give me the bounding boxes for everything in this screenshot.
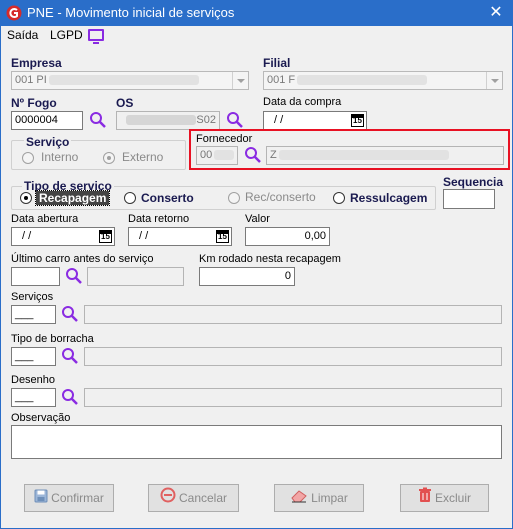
title-bar: PNE - Movimento inicial de serviços ✕ (0, 0, 513, 26)
calendar-icon[interactable]: 15 (99, 230, 112, 243)
tipo-borracha-desc-input[interactable] (84, 347, 502, 366)
monitor-icon[interactable] (88, 29, 104, 44)
radio-interno[interactable] (22, 152, 34, 164)
data-compra-input[interactable]: / / 15 (263, 111, 367, 130)
menu-saida[interactable]: Saída (7, 28, 38, 42)
sequencia-label: Sequencia (443, 175, 504, 189)
servicos-label: Serviços (11, 291, 54, 303)
fornecedor-code-input[interactable]: 00 (196, 146, 238, 165)
valor-label: Valor (245, 213, 270, 225)
tipo-borracha-label: Tipo de borracha (11, 333, 94, 345)
conserto-label: Conserto (141, 191, 194, 205)
rec-conserto-label: Rec/conserto (245, 190, 316, 204)
redacted-text (126, 115, 197, 126)
empresa-select[interactable]: 001 PI (11, 71, 249, 90)
radio-externo[interactable] (103, 152, 115, 164)
eraser-icon (290, 486, 308, 512)
redacted-text (278, 150, 449, 161)
data-abertura-label: Data abertura (11, 213, 79, 225)
observacao-label: Observação (11, 412, 71, 424)
ultimo-carro-desc-input[interactable] (87, 267, 184, 286)
data-abertura-value: / / (22, 230, 32, 242)
fogo-label: Nº Fogo (11, 96, 57, 110)
interno-label: Interno (41, 150, 79, 164)
servicos-code-input[interactable]: ___ (11, 305, 56, 324)
data-compra-label: Data da compra (263, 96, 342, 108)
ultimo-carro-code-input[interactable] (11, 267, 60, 286)
limpar-button[interactable]: Limpar (274, 484, 364, 512)
servicos-desc-input[interactable] (84, 305, 502, 324)
km-rodado-label: Km rodado nesta recapagem (199, 253, 341, 265)
fornecedor-name-value: Z (270, 149, 277, 161)
excluir-button[interactable]: Excluir (400, 484, 489, 512)
confirmar-label: Confirmar (51, 491, 104, 505)
limpar-label: Limpar (311, 491, 348, 505)
sequencia-input[interactable] (443, 189, 495, 209)
ultimo-carro-label: Último carro antes do serviço (11, 253, 154, 265)
data-abertura-input[interactable]: / / 15 (11, 227, 115, 246)
trash-icon (418, 486, 432, 512)
fogo-input[interactable]: 0000004 (11, 111, 83, 130)
servico-label: Serviço (24, 135, 72, 149)
os-label: OS (116, 96, 134, 110)
confirmar-button[interactable]: Confirmar (24, 484, 114, 512)
os-value: S02 (196, 114, 216, 126)
data-retorno-label: Data retorno (128, 213, 190, 225)
data-retorno-value: / / (139, 230, 149, 242)
ressulcagem-label: Ressulcagem (350, 191, 428, 205)
data-retorno-input[interactable]: / / 15 (128, 227, 232, 246)
data-compra-value: / / (274, 114, 284, 126)
radio-recapagem[interactable] (20, 192, 32, 204)
fornecedor-label: Fornecedor (196, 133, 253, 145)
fornecedor-name-input[interactable]: Z (266, 146, 504, 165)
window-title: PNE - Movimento inicial de serviços (27, 5, 235, 20)
empresa-label: Empresa (11, 56, 62, 70)
app-logo-icon (6, 5, 22, 21)
fornecedor-code-value: 00 (200, 149, 213, 161)
empresa-value: 001 PI (15, 74, 47, 86)
radio-rec-conserto[interactable] (228, 192, 240, 204)
chevron-down-icon[interactable] (486, 72, 502, 89)
close-button[interactable]: ✕ (482, 0, 510, 26)
desenho-desc-input[interactable] (84, 388, 502, 407)
menu-lgpd[interactable]: LGPD (50, 28, 83, 42)
os-input[interactable]: S02 (116, 111, 220, 130)
search-servicos-icon[interactable] (61, 305, 79, 323)
search-fornecedor-icon[interactable] (244, 146, 262, 164)
search-borracha-icon[interactable] (61, 347, 79, 365)
calendar-icon[interactable]: 15 (216, 230, 229, 243)
tipo-borracha-code-input[interactable]: ___ (11, 347, 56, 366)
filial-label: Filial (263, 56, 291, 70)
calendar-icon[interactable]: 15 (351, 114, 364, 127)
save-icon (34, 486, 48, 512)
filial-value: 001 F (267, 74, 296, 86)
cancelar-button[interactable]: Cancelar (148, 484, 239, 512)
search-os-icon[interactable] (226, 111, 244, 129)
recapagem-label: Recapagem (34, 190, 111, 206)
radio-ressulcagem[interactable] (333, 192, 345, 204)
cancelar-label: Cancelar (178, 491, 228, 505)
observacao-textarea[interactable] (11, 425, 502, 459)
radio-conserto[interactable] (124, 192, 136, 204)
search-fogo-icon[interactable] (89, 111, 107, 129)
cancel-icon (160, 486, 176, 512)
chevron-down-icon[interactable] (232, 72, 248, 89)
redacted-text (48, 75, 199, 86)
km-rodado-input[interactable]: 0 (199, 267, 295, 286)
redacted-text (214, 150, 235, 161)
filial-select[interactable]: 001 F (263, 71, 503, 90)
excluir-label: Excluir (434, 491, 471, 505)
search-carro-icon[interactable] (65, 267, 83, 285)
valor-input[interactable]: 0,00 (245, 227, 330, 246)
redacted-text (297, 75, 428, 86)
desenho-code-input[interactable]: ___ (11, 388, 56, 407)
desenho-label: Desenho (11, 374, 56, 386)
search-desenho-icon[interactable] (61, 388, 79, 406)
externo-label: Externo (122, 150, 164, 164)
